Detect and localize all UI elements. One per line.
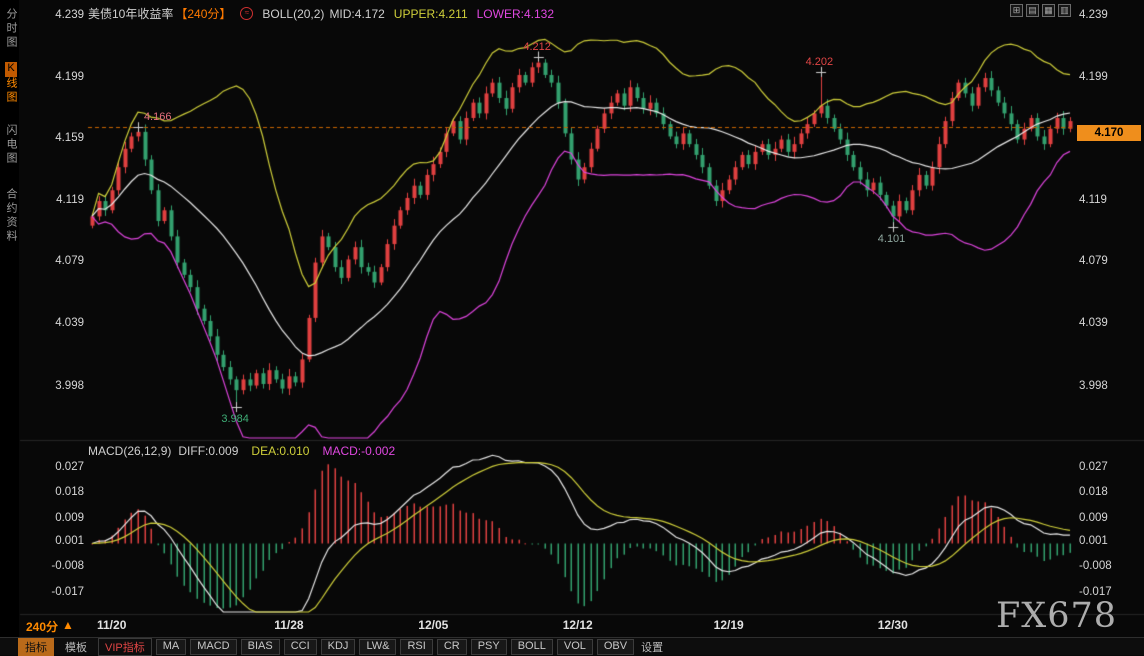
- tab-vip-indicators[interactable]: VIP指标: [98, 638, 152, 656]
- y-axis-tick: -0.008: [1079, 560, 1112, 572]
- price-annotation: 3.984: [221, 413, 249, 425]
- y-axis-tick: 0.009: [1079, 512, 1108, 524]
- y-axis-tick: 0.018: [34, 486, 84, 498]
- timeframe-text: 240分: [26, 618, 58, 635]
- y-axis-tick: 0.001: [34, 535, 84, 547]
- indicator-button-obv[interactable]: OBV: [597, 639, 634, 655]
- layout-icon-4[interactable]: ▥: [1058, 4, 1071, 17]
- tab-templates[interactable]: 模板: [58, 638, 94, 656]
- timeframe-label[interactable]: 【240分】: [175, 5, 231, 22]
- layout-icon-2[interactable]: ▤: [1026, 4, 1039, 17]
- y-axis-tick: 3.998: [1079, 380, 1108, 392]
- bottom-toolbar: 指标 模板 VIP指标 MAMACD BIASCCIKDJLW&RSI CRPSYB…: [0, 637, 1144, 655]
- y-axis-tick: 4.199: [34, 71, 84, 83]
- x-axis-label: 11/28: [267, 618, 311, 632]
- y-axis-tick: 4.239: [1079, 9, 1108, 21]
- y-axis-tick: 4.119: [34, 194, 84, 206]
- y-axis-tick: 0.018: [1079, 486, 1108, 498]
- x-axis-label: 12/05: [411, 618, 455, 632]
- current-price-box: 4.170: [1077, 125, 1141, 141]
- x-axis-label: 12/12: [556, 618, 600, 632]
- sidebar-item-kline[interactable]: K线图: [3, 62, 19, 105]
- settings-button[interactable]: 设置: [641, 639, 663, 655]
- instrument-title: 美债10年收益率: [88, 5, 173, 22]
- window-controls: ⊞ ▤ ▦ ▥: [1010, 4, 1071, 17]
- y-axis-tick: 4.159: [34, 132, 84, 144]
- indicator-button-boll[interactable]: BOLL: [511, 639, 553, 655]
- boll-upper-value: UPPER:4.211: [394, 7, 468, 21]
- boll-lower-value: LOWER:4.132: [477, 7, 554, 21]
- x-axis-label: 11/20: [90, 618, 134, 632]
- indicator-button-cr[interactable]: CR: [437, 639, 467, 655]
- indicator-button-macd[interactable]: MACD: [190, 639, 236, 655]
- sidebar-item-flash-chart[interactable]: 闪电图: [3, 124, 19, 166]
- boll-params: BOLL(20,2): [262, 7, 324, 21]
- arrow-up-icon: ▲: [62, 618, 74, 635]
- price-annotation: 4.212: [523, 41, 551, 53]
- indicator-button-lw[interactable]: LW&: [359, 639, 396, 655]
- y-axis-tick: -0.008: [34, 560, 84, 572]
- x-axis-label: 12/30: [871, 618, 915, 632]
- y-axis-tick: 4.239: [34, 9, 84, 21]
- macd-params: MACD(26,12,9): [88, 444, 171, 458]
- layout-icon-1[interactable]: ⊞: [1010, 4, 1023, 17]
- indicator-button-cci[interactable]: CCI: [284, 639, 317, 655]
- indicator-button-ma[interactable]: MA: [156, 639, 187, 655]
- indicator-button-vol[interactable]: VOL: [557, 639, 593, 655]
- chart-canvas[interactable]: [0, 0, 1144, 655]
- indicator-button-rsi[interactable]: RSI: [400, 639, 432, 655]
- y-axis-tick: 0.027: [1079, 461, 1108, 473]
- macd-dea-value: DEA:0.010: [251, 444, 309, 458]
- timeframe-indicator[interactable]: 240分 ▲: [26, 618, 74, 635]
- indicator-button-bias[interactable]: BIAS: [241, 639, 280, 655]
- y-axis-tick: 4.039: [1079, 317, 1108, 329]
- y-axis-tick: 4.119: [1079, 194, 1107, 206]
- indicator-buttons: MAMACD BIASCCIKDJLW&RSI CRPSYBOLLVOLOBV: [156, 639, 634, 655]
- y-axis-tick: -0.017: [34, 586, 84, 598]
- macd-header: MACD(26,12,9) DIFF:0.009 DEA:0.010 MACD:…: [88, 444, 395, 458]
- trading-app-window: 分时图 K线图 闪电图 合约资料 美债10年收益率 【240分】 ≈ BOLL(…: [0, 0, 1144, 655]
- sidebar-item-timeshare[interactable]: 分时图: [3, 8, 19, 50]
- y-axis-tick: 0.027: [34, 461, 84, 473]
- x-axis-label: 12/19: [707, 618, 751, 632]
- price-annotation: 4.101: [878, 233, 906, 245]
- indicator-button-kdj[interactable]: KDJ: [321, 639, 356, 655]
- chart-type-sidebar: 分时图 K线图 闪电图 合约资料: [0, 0, 19, 655]
- macd-value: MACD:-0.002: [322, 444, 395, 458]
- layout-icon-3[interactable]: ▦: [1042, 4, 1055, 17]
- tab-indicators[interactable]: 指标: [18, 638, 54, 656]
- y-axis-tick: 4.039: [34, 317, 84, 329]
- chart-header: 美债10年收益率 【240分】 ≈ BOLL(20,2) MID:4.172 U…: [88, 5, 554, 22]
- y-axis-tick: 4.079: [1079, 255, 1108, 267]
- y-axis-tick: 3.998: [34, 380, 84, 392]
- indicator-button-psy[interactable]: PSY: [471, 639, 507, 655]
- boll-mid-value: MID:4.172: [329, 7, 384, 21]
- indicator-badge-icon: ≈: [240, 7, 253, 20]
- price-annotation: 4.166: [144, 111, 172, 123]
- y-axis-tick: 0.009: [34, 512, 84, 524]
- y-axis-tick: 4.079: [34, 255, 84, 267]
- y-axis-tick: 0.001: [1079, 535, 1108, 547]
- macd-diff-value: DIFF:0.009: [178, 444, 238, 458]
- watermark: FX678: [996, 596, 1117, 636]
- y-axis-tick: 4.199: [1079, 71, 1108, 83]
- price-annotation: 4.202: [806, 56, 834, 68]
- sidebar-item-contract-info[interactable]: 合约资料: [3, 188, 19, 244]
